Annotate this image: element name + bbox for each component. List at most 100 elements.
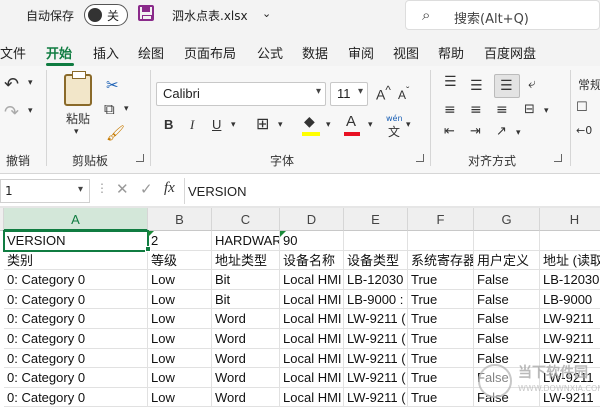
tab-home[interactable]: 开始 [46, 43, 72, 62]
save-icon[interactable] [138, 5, 154, 21]
cell-c8[interactable]: Word [212, 368, 280, 388]
borders-icon[interactable]: ⊞ [256, 114, 269, 133]
font-size-select[interactable]: 11 ▾ [330, 82, 368, 106]
cell-g5[interactable]: False [474, 309, 540, 329]
cell-g1[interactable] [474, 231, 540, 251]
column-header-g[interactable]: G [474, 208, 540, 231]
error-indicator-d1[interactable] [280, 231, 286, 237]
align-right-icon[interactable]: ≡ [496, 102, 508, 118]
cancel-icon[interactable]: ✕ [116, 180, 129, 198]
redo-icon[interactable]: ↷ [4, 102, 19, 123]
cell-d3[interactable]: Local HMI [280, 270, 344, 290]
fill-color-chevron-down-icon[interactable]: ▾ [326, 120, 331, 130]
cell-f4[interactable]: True [408, 289, 474, 310]
cell-h3[interactable]: LB-12030 [540, 270, 600, 290]
cell-a5[interactable]: 0: Category 0 [4, 309, 148, 329]
cell-d9[interactable]: Local HMI [280, 387, 344, 408]
tab-help[interactable]: 帮助 [438, 43, 464, 62]
cell-d5[interactable]: Local HMI [280, 309, 344, 329]
cell-b6[interactable]: Low [148, 329, 212, 349]
cell-a3[interactable]: 0: Category 0 [4, 270, 148, 290]
cell-d4[interactable]: Local HMI [280, 289, 344, 310]
cell-h6[interactable]: LW-9211 [540, 329, 600, 349]
copy-icon[interactable]: ⧉ [104, 100, 115, 118]
name-box[interactable]: 1 ▾ [0, 179, 90, 203]
cell-a9[interactable]: 0: Category 0 [4, 387, 148, 408]
orientation-icon[interactable]: ↗ [496, 124, 507, 139]
cell-f6[interactable]: True [408, 329, 474, 349]
cell-a6[interactable]: 0: Category 0 [4, 329, 148, 349]
font-launcher-icon[interactable] [416, 154, 424, 162]
cell-d8[interactable]: Local HMI [280, 368, 344, 388]
column-header-c[interactable]: C [212, 208, 280, 231]
cell-e6[interactable]: LW-9211 ( [344, 329, 408, 349]
tab-insert[interactable]: 插入 [93, 43, 119, 62]
column-header-a[interactable]: A [4, 208, 148, 231]
align-middle-icon[interactable]: ☰ [470, 78, 483, 94]
enter-icon[interactable]: ✓ [140, 180, 153, 198]
decrease-font-size-icon[interactable]: Aˇ [398, 86, 409, 102]
cell-e8[interactable]: LW-9211 ( [344, 368, 408, 388]
redo-chevron-down-icon[interactable]: ▾ [28, 106, 33, 116]
copy-chevron-down-icon[interactable]: ▾ [124, 104, 129, 114]
insert-function-icon[interactable]: fx [164, 180, 175, 197]
cell-h4[interactable]: LB-9000 [540, 290, 600, 310]
cut-icon[interactable]: ✂ [106, 76, 119, 94]
paste-button-label[interactable]: 粘贴 [66, 110, 90, 127]
paste-icon[interactable] [64, 71, 92, 106]
column-header-h[interactable]: H [540, 208, 600, 231]
cell-b8[interactable]: Low [148, 368, 212, 388]
cell-b3[interactable]: Low [148, 270, 212, 290]
cell-c7[interactable]: Word [212, 348, 280, 369]
undo-icon[interactable]: ↶ [4, 74, 19, 95]
align-top-icon[interactable]: ☰ [444, 74, 457, 90]
cell-c1[interactable]: HARDWARE [212, 231, 280, 251]
increase-indent-icon[interactable]: ⇥ [470, 124, 481, 139]
fill-handle[interactable] [145, 246, 151, 252]
cell-b2[interactable]: 等级 [148, 250, 212, 271]
tab-data[interactable]: 数据 [302, 43, 328, 62]
cell-a2[interactable]: 类别 [4, 250, 148, 271]
cell-d7[interactable]: Local HMI [280, 348, 344, 369]
formula-input[interactable]: VERSION [188, 184, 247, 199]
cell-e5[interactable]: LW-9211 ( [344, 309, 408, 329]
autosave-toggle[interactable]: 关 [84, 4, 128, 26]
cell-b7[interactable]: Low [148, 348, 212, 369]
cell-c2[interactable]: 地址类型 [212, 250, 280, 271]
alignment-launcher-icon[interactable] [554, 154, 562, 162]
cell-g4[interactable]: False [474, 289, 540, 310]
font-name-select[interactable]: Calibri ▾ [156, 82, 326, 106]
file-name[interactable]: 泗水点表.xlsx [172, 7, 248, 24]
cell-g3[interactable]: False [474, 270, 540, 290]
search-box[interactable]: ⌕ 搜索(Alt+Q) [405, 0, 600, 30]
font-color-chevron-down-icon[interactable]: ▾ [368, 120, 373, 130]
cell-c4[interactable]: Bit [212, 289, 280, 310]
tab-baidu-netdisk[interactable]: 百度网盘 [484, 43, 536, 62]
cell-c9[interactable]: Word [212, 387, 280, 408]
undo-chevron-down-icon[interactable]: ▾ [28, 78, 33, 88]
italic-button[interactable]: I [190, 117, 194, 133]
clipboard-launcher-icon[interactable] [136, 154, 144, 162]
increase-font-size-icon[interactable]: A^ [376, 84, 391, 103]
font-color-icon[interactable]: A [346, 113, 356, 130]
cell-f5[interactable]: True [408, 309, 474, 329]
align-left-icon[interactable]: ≡ [444, 102, 456, 118]
increase-decimal-icon[interactable]: ←0 [576, 124, 592, 137]
cell-c6[interactable]: Word [212, 329, 280, 349]
column-header-b[interactable]: B [148, 208, 212, 231]
cell-d6[interactable]: Local HMI [280, 329, 344, 349]
tab-draw[interactable]: 绘图 [138, 43, 164, 62]
phonetic-guide-icon[interactable]: wén [386, 114, 403, 123]
cell-e4[interactable]: LB-9000 : [344, 289, 408, 310]
cell-e7[interactable]: LW-9211 ( [344, 348, 408, 369]
number-format-select[interactable]: 常规 [578, 76, 600, 93]
bold-button[interactable]: B [164, 117, 173, 132]
cell-b5[interactable]: Low [148, 309, 212, 329]
currency-icon[interactable]: ☐ [576, 100, 588, 115]
cell-g2[interactable]: 用户定义 [474, 250, 540, 271]
cell-b1[interactable]: 2 [148, 231, 212, 251]
cell-d1[interactable]: 90 [280, 231, 344, 251]
cell-f2[interactable]: 系统寄存器 [408, 250, 474, 271]
cell-b4[interactable]: Low [148, 289, 212, 310]
cell-c3[interactable]: Bit [212, 270, 280, 290]
